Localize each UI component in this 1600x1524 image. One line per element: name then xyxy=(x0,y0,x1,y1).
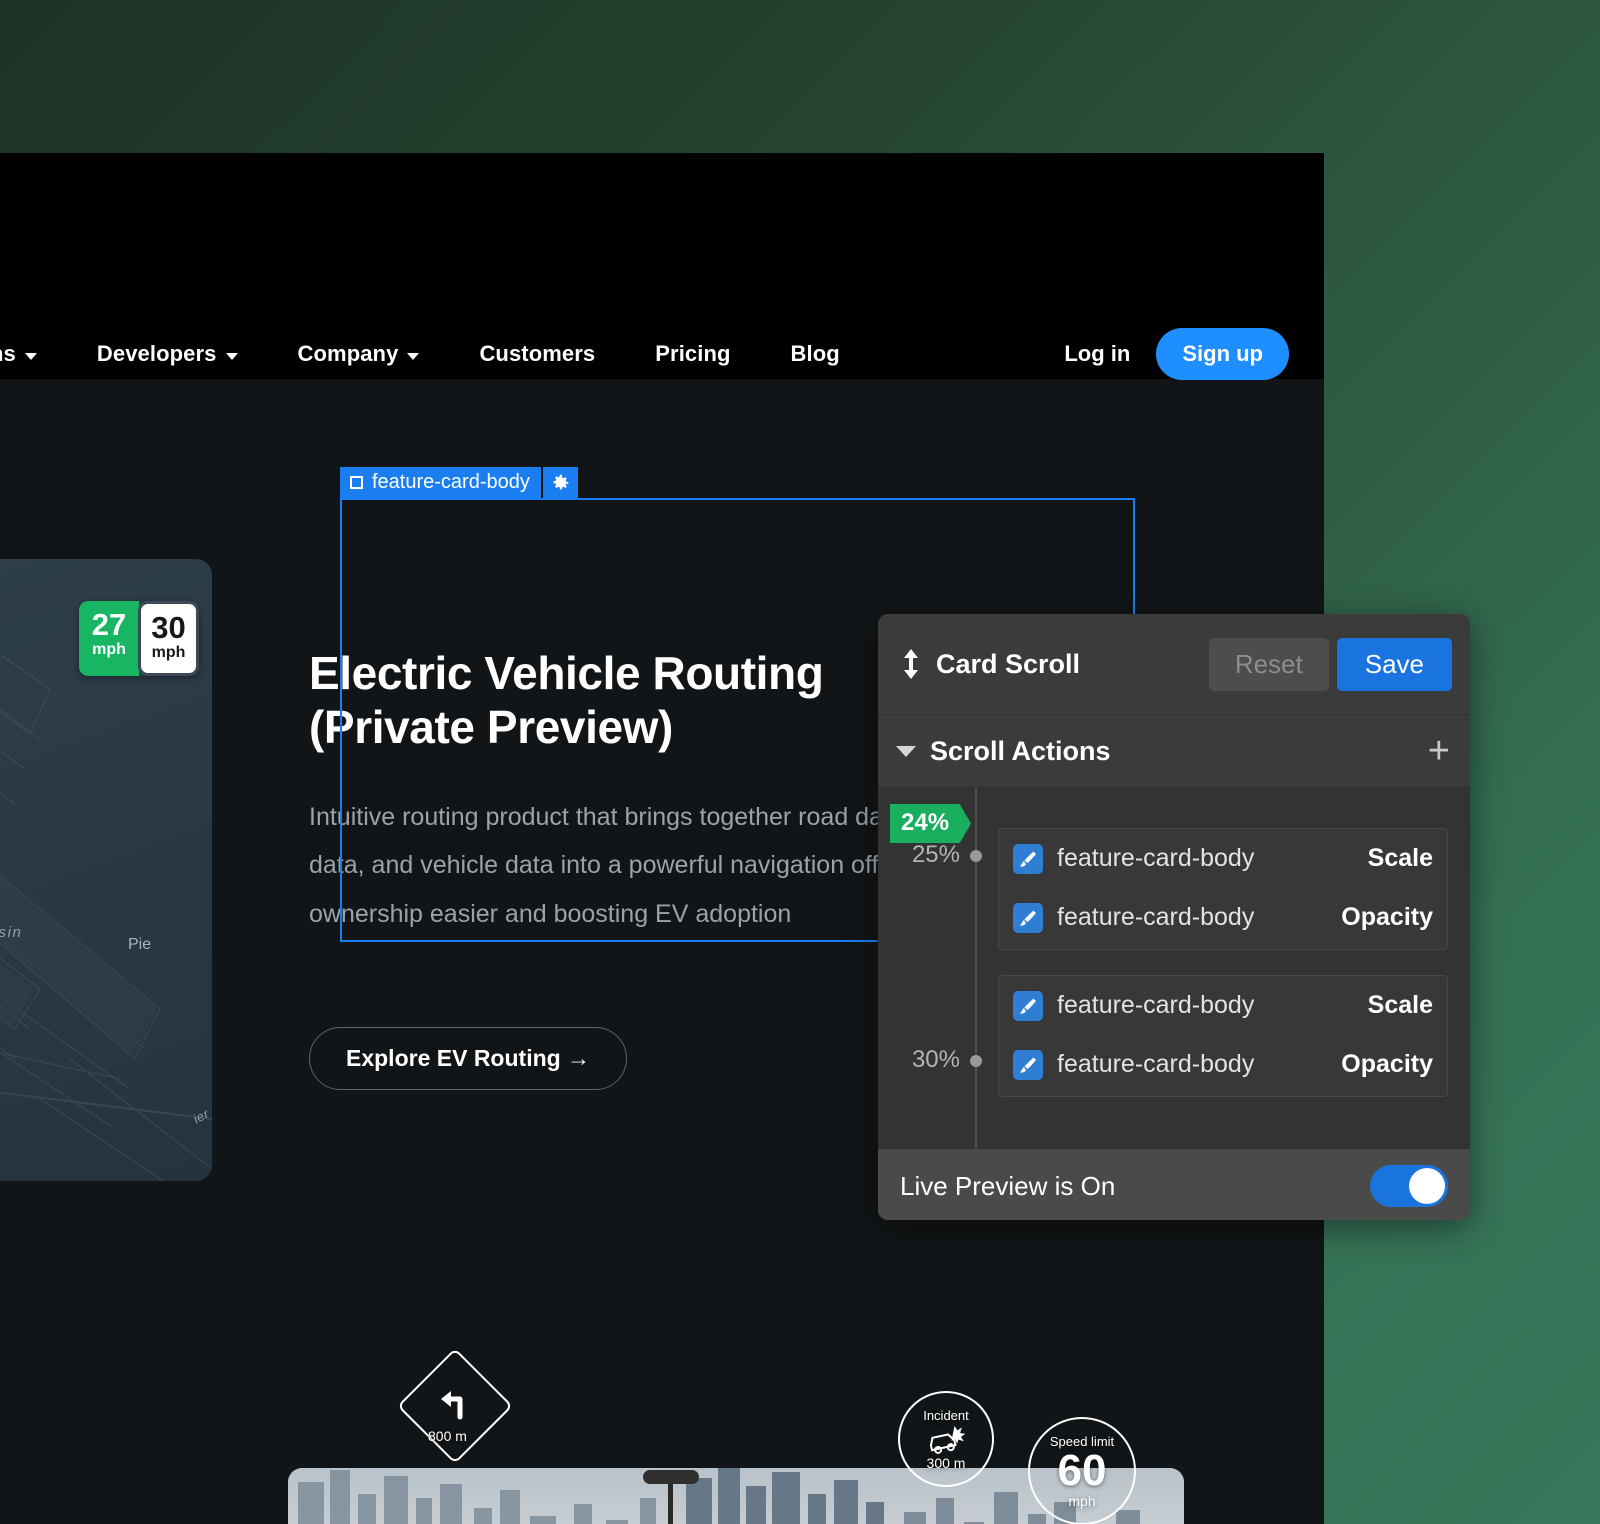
scroll-action-row[interactable]: feature-card-body Scale xyxy=(999,976,1447,1035)
speed-limit-badge-unit: mph xyxy=(1068,1493,1095,1509)
panel-header: Card Scroll Reset Save xyxy=(878,614,1470,715)
brush-glyph xyxy=(1018,849,1038,869)
nav-item-label: Customers xyxy=(479,341,595,367)
current-speed-badge: 27 mph xyxy=(79,601,139,676)
nav-item-label: Pricing xyxy=(655,341,730,367)
scroll-action-group: feature-card-body Scale feature-card-bod… xyxy=(998,975,1448,1097)
signup-button[interactable]: Sign up xyxy=(1156,328,1289,380)
scroll-actions-title: Scroll Actions xyxy=(930,736,1428,767)
selection-label[interactable]: feature-card-body xyxy=(340,467,578,498)
square-icon xyxy=(350,476,363,489)
scroll-action-row[interactable]: feature-card-body Opacity xyxy=(999,888,1447,947)
speed-limit-badge: 30 mph xyxy=(138,601,199,676)
live-preview-row: Live Preview is On xyxy=(878,1148,1470,1220)
speed-limit-badge-value: 60 xyxy=(1058,1449,1107,1493)
live-preview-toggle[interactable] xyxy=(1370,1165,1448,1207)
scroll-action-target: feature-card-body xyxy=(1057,1050,1341,1079)
screenshot-root: ns Developers Company Customers xyxy=(0,0,1600,1524)
scroll-action-row[interactable]: feature-card-body Scale xyxy=(999,829,1447,888)
login-link[interactable]: Log in xyxy=(1038,341,1156,367)
current-speed-unit: mph xyxy=(79,640,139,661)
timeline-tick-30: 30% xyxy=(888,1046,960,1074)
nav-item-company[interactable]: Company xyxy=(268,341,450,367)
timeline-rail xyxy=(975,788,977,1148)
brush-glyph xyxy=(1018,1055,1038,1075)
brush-icon xyxy=(1013,903,1043,933)
speed-limit-unit: mph xyxy=(141,643,196,664)
updown-arrows-icon xyxy=(900,649,922,679)
updown-glyph xyxy=(902,649,920,679)
timeline-playhead[interactable]: 24% xyxy=(890,804,971,843)
brush-icon xyxy=(1013,991,1043,1021)
save-button[interactable]: Save xyxy=(1337,638,1452,691)
scroll-action-target: feature-card-body xyxy=(1057,844,1368,873)
selection-label-main[interactable]: feature-card-body xyxy=(340,467,541,498)
speed-limit-badge-photo: Speed limit 60 mph xyxy=(1028,1417,1136,1524)
speed-indicator-group: 27 mph 30 mph xyxy=(79,601,199,676)
card-scroll-panel: Card Scroll Reset Save Scroll Actions + … xyxy=(878,614,1470,1220)
nav-item-blog[interactable]: Blog xyxy=(761,341,870,367)
map-widget[interactable]: China Basin Pie ier 50 27 mph 30 mph + xyxy=(0,559,212,1181)
scroll-action-row[interactable]: feature-card-body Opacity xyxy=(999,1035,1447,1094)
nav-item-developers[interactable]: Developers xyxy=(67,341,268,367)
turn-distance-label: 800 m xyxy=(428,1428,467,1444)
gear-glyph xyxy=(549,472,571,494)
nav-item-pricing[interactable]: Pricing xyxy=(625,341,760,367)
chevron-down-icon xyxy=(25,353,37,360)
brush-glyph xyxy=(1018,996,1038,1016)
brush-icon xyxy=(1013,1050,1043,1080)
scroll-action-group: feature-card-body Scale feature-card-bod… xyxy=(998,828,1448,950)
scroll-action-property: Scale xyxy=(1368,991,1433,1020)
brush-glyph xyxy=(1018,908,1038,928)
timeline-tick-25: 25% xyxy=(888,841,960,869)
car-incident-icon xyxy=(924,1424,968,1454)
caret-down-icon[interactable] xyxy=(896,746,916,757)
explore-ev-routing-button[interactable]: Explore EV Routing → xyxy=(309,1027,627,1090)
scroll-actions-header: Scroll Actions + xyxy=(878,715,1470,788)
nav-item-label: Developers xyxy=(97,341,217,367)
toggle-knob xyxy=(1409,1168,1445,1204)
speed-limit-value: 30 xyxy=(141,612,196,643)
scroll-action-target: feature-card-body xyxy=(1057,903,1341,932)
map-label-pier: Pie xyxy=(128,936,151,954)
photo-lamppost-head xyxy=(643,1470,699,1484)
chevron-down-icon xyxy=(407,353,419,360)
brush-icon xyxy=(1013,844,1043,874)
navbar-actions: Log in Sign up xyxy=(1038,308,1289,400)
chevron-down-icon xyxy=(226,353,238,360)
map-label-china-basin: China Basin xyxy=(0,924,22,941)
site-navbar: ns Developers Company Customers xyxy=(0,153,1324,379)
nav-item-label: Blog xyxy=(791,341,840,367)
timeline-dot-25[interactable] xyxy=(970,850,982,862)
gear-icon[interactable] xyxy=(541,467,578,498)
selection-element-name: feature-card-body xyxy=(372,471,530,494)
nav-item-label: ns xyxy=(0,341,16,367)
plus-icon[interactable]: + xyxy=(1428,737,1450,765)
current-speed-value: 27 xyxy=(79,609,139,640)
nav-item-solutions[interactable]: ns xyxy=(0,341,67,367)
incident-badge: Incident 300 m xyxy=(898,1391,994,1487)
panel-title: Card Scroll xyxy=(936,649,1209,680)
live-preview-label: Live Preview is On xyxy=(900,1171,1370,1202)
scroll-action-property: Opacity xyxy=(1341,1050,1433,1079)
scroll-actions-timeline: 24% 25% 30% feature-card-body Scale xyxy=(878,788,1470,1148)
scroll-action-property: Scale xyxy=(1368,844,1433,873)
reset-button[interactable]: Reset xyxy=(1209,638,1329,691)
scroll-action-target: feature-card-body xyxy=(1057,991,1368,1020)
nav-item-customers[interactable]: Customers xyxy=(449,341,625,367)
incident-badge-title: Incident xyxy=(923,1408,969,1423)
incident-badge-distance: 300 m xyxy=(927,1455,966,1471)
scroll-action-property: Opacity xyxy=(1341,903,1433,932)
timeline-dot-30[interactable] xyxy=(970,1055,982,1067)
turn-left-icon xyxy=(434,1383,474,1423)
nav-item-label: Company xyxy=(298,341,399,367)
